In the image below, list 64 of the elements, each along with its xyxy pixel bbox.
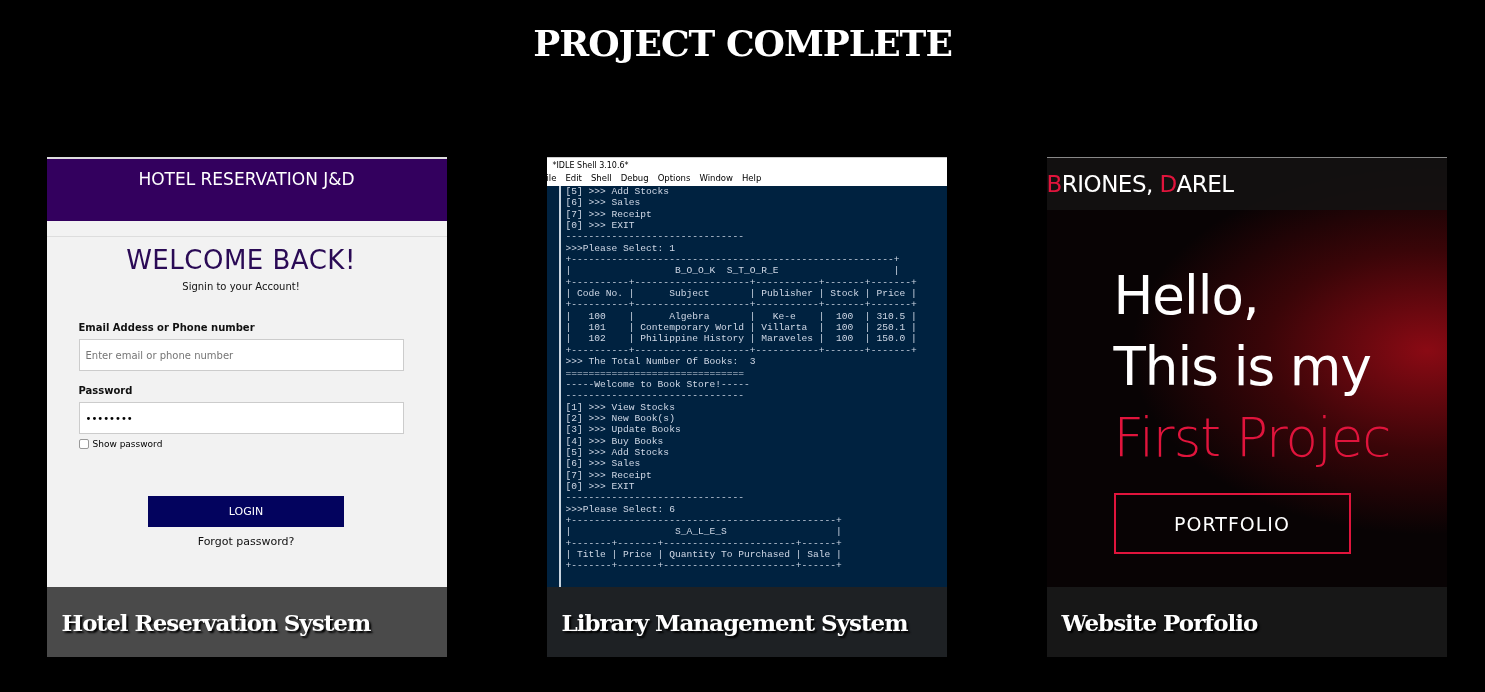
- project-card[interactable]: BRIONES, DAREL Hello, This is my First Projec PORTFOLIO Website Porfolio: [1046, 157, 1447, 657]
- show-password-label: Show password: [92, 439, 163, 449]
- output-line: [5] >>> Add Stocks: [565, 186, 671, 198]
- app-title: HOTEL RESERVATION J&D: [138, 169, 355, 191]
- window-title: *IDLE Shell 3.10.6*: [546, 157, 947, 171]
- menu-item[interactable]: ile: [546, 173, 557, 183]
- output-line: +--------------------------------------------------------+: [565, 254, 901, 266]
- password-field[interactable]: ••••••••: [78, 402, 404, 434]
- output-line: | 101 | Contemporary World | Villarta | 100 | 250.1 |: [565, 322, 918, 334]
- output-line: >>>Please Select: 1: [565, 242, 676, 255]
- page-title: PROJECT COMPLETE: [533, 22, 952, 66]
- hero-heading: First Projec: [1113, 406, 1392, 470]
- output-line: ===============================: [565, 367, 745, 379]
- brand-name: BRIONES, DAREL: [1046, 171, 1234, 197]
- email-field[interactable]: Enter email or phone number: [78, 339, 404, 371]
- output-line: [6] >>> Sales: [565, 458, 642, 470]
- output-line: +----------+--------------------+-----------+-------+-------+: [565, 299, 918, 311]
- signin-subtitle: Signin to your Account!: [181, 281, 301, 292]
- output-line: +----------+--------------------+-----------+-------+-------+: [565, 276, 918, 289]
- email-label: Email Addess or Phone number: [78, 322, 256, 333]
- output-line: [1] >>> View Stocks: [565, 401, 676, 413]
- output-line: | Code No. | Subject | Publisher | Stock | Price |: [565, 288, 918, 300]
- menu-item[interactable]: Edit: [565, 173, 582, 183]
- menu-item[interactable]: Window: [699, 173, 733, 183]
- output-line: [0] >>> EXIT: [565, 220, 636, 232]
- password-label: Password: [78, 385, 134, 396]
- output-line: >>> The Total Number Of Books: 3: [565, 356, 757, 368]
- output-line: -----Welcome to Book Store!-----: [565, 378, 751, 391]
- menu-item[interactable]: Debug: [620, 173, 649, 183]
- menu-item[interactable]: Options: [657, 173, 691, 183]
- output-line: | B_O_O_K S_T_O_R_E |: [565, 265, 901, 277]
- welcome-heading: WELCOME BACK!: [125, 245, 357, 275]
- show-password-checkbox[interactable]: [78, 439, 89, 449]
- output-line: | Title | Price | Quantity To Purchased | Sale |: [565, 549, 843, 561]
- output-line: -------------------------------: [565, 231, 745, 243]
- output-line: -------------------------------: [565, 492, 745, 504]
- output-line: [3] >>> Update Books: [565, 424, 682, 436]
- project-title: Hotel Reservation System: [61, 608, 371, 636]
- output-line: [5] >>> Add Stocks: [565, 446, 671, 459]
- login-button[interactable]: LOGIN: [148, 496, 344, 527]
- project-title: Website Porfolio: [1061, 608, 1258, 636]
- output-line: >>>Please Select: 6: [565, 503, 676, 515]
- project-card[interactable]: HOTEL RESERVATION J&D WELCOME BACK! Signin to your Account! Email Addess or Phone number Enter email or phone number Password •••••••• Show password LOGIN Forgot password? Hotel Reservation System: [46, 157, 447, 657]
- output-line: +----------+--------------------+-----------+-------+-------+: [565, 344, 918, 357]
- menu-item[interactable]: Shell: [590, 173, 612, 183]
- menu-item[interactable]: Help: [741, 173, 762, 183]
- hero-heading: Hello,: [1113, 264, 1260, 328]
- output-line: -------------------------------: [565, 390, 745, 402]
- output-line: | 100 | Algebra | Ke-e | 100 | 310.5 |: [565, 310, 918, 323]
- output-line: [4] >>> Buy Books: [565, 435, 665, 447]
- hero-heading: This is my: [1113, 335, 1372, 399]
- output-line: +-------+-------+-----------------------+------+: [565, 560, 843, 572]
- output-line: [6] >>> Sales: [565, 197, 642, 209]
- output-line: +-------+-------+-----------------------+------+: [565, 537, 843, 549]
- output-line: [7] >>> Receipt: [565, 469, 653, 481]
- portfolio-button[interactable]: PORTFOLIO: [1113, 493, 1351, 554]
- output-line: +----------------------------------------------+: [565, 514, 843, 527]
- forgot-password-link[interactable]: Forgot password?: [197, 535, 295, 548]
- output-line: | S_A_L_E_S |: [565, 526, 843, 538]
- project-title: Library Management System: [561, 608, 908, 636]
- output-line: | 102 | Philippine History | Maraveles | 100 | 150.0 |: [565, 333, 918, 345]
- output-line: [2] >>> New Book(s): [565, 412, 676, 425]
- output-line: [0] >>> EXIT: [565, 480, 636, 493]
- output-line: [7] >>> Receipt: [565, 208, 653, 221]
